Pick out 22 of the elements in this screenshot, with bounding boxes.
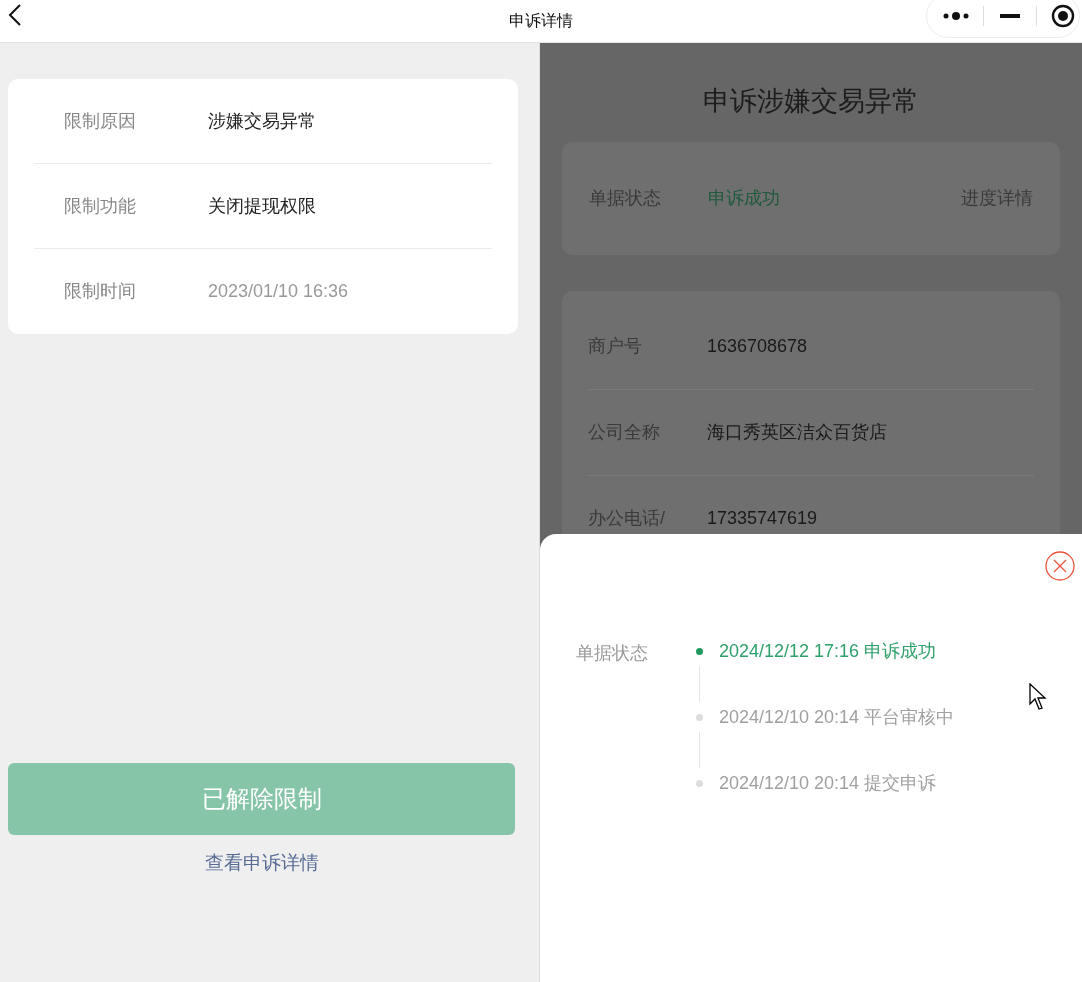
field-value: 关闭提现权限 [208,194,316,218]
field-label: 限制功能 [63,194,137,218]
appeal-title: 申诉涉嫌交易异常 [703,85,919,118]
field-value: 海口秀英区洁众百货店 [707,420,887,444]
field-value: 涉嫌交易异常 [208,109,316,133]
field-value: 17335747619 [707,507,818,530]
close-icon[interactable] [1045,551,1075,581]
page-title: 申诉详情 [509,11,573,31]
back-icon[interactable] [8,4,22,26]
field-value: 1636708678 [707,334,808,358]
cursor-icon [1029,683,1047,711]
status-value: 申诉成功 [708,186,781,210]
field-label: 单据状态 [576,642,649,665]
timeline-text: 2024/12/10 20:14 提交申诉 [719,771,937,795]
field-label: 限制原因 [63,109,137,133]
timeline-text: 2024/12/10 20:14 平台审核中 [719,705,955,729]
appeal-detail-link[interactable]: 查看申诉详情 [204,849,319,878]
field-value: 2023/01/10 16:36 [208,280,349,303]
target-icon[interactable] [1051,4,1075,28]
more-icon[interactable] [943,11,969,21]
timeline-text: 2024/12/12 17:16 申诉成功 [719,639,937,663]
field-label: 限制时间 [63,280,137,303]
